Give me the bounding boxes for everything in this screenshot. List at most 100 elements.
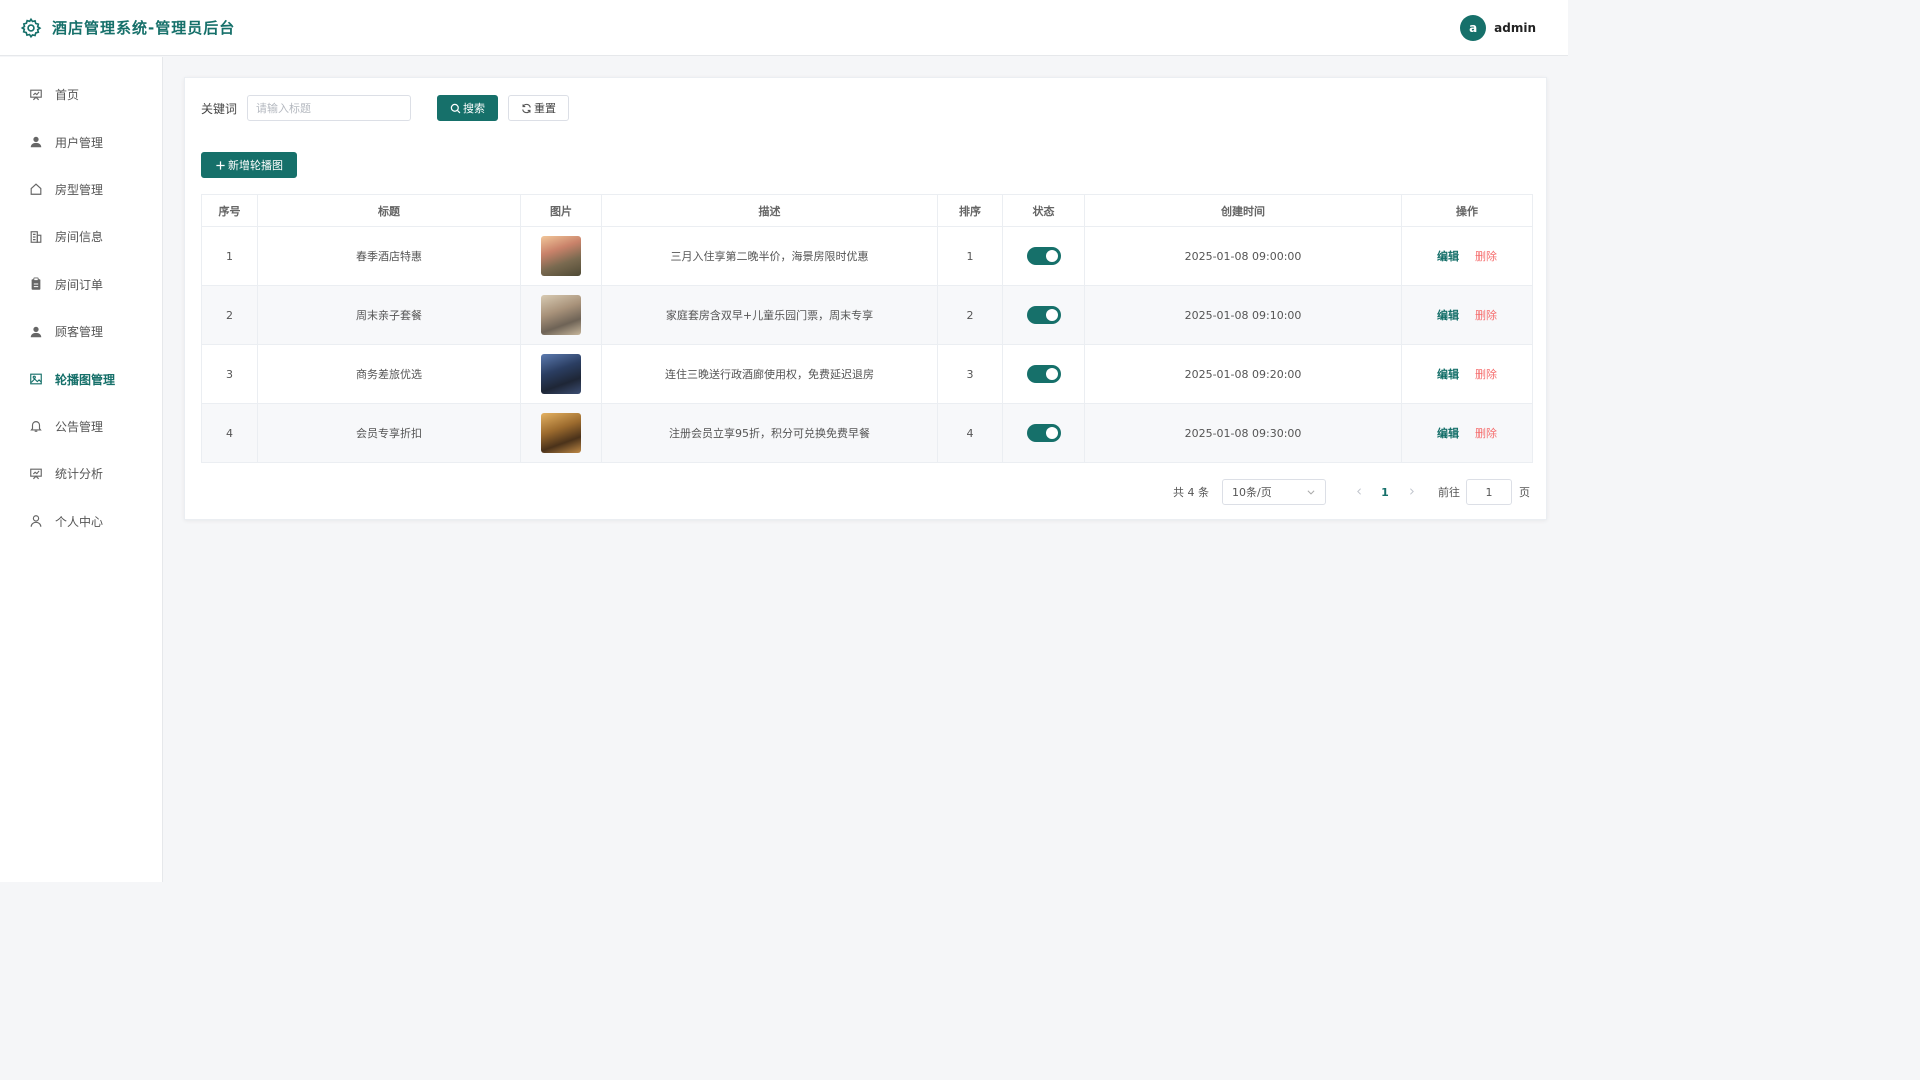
cell-status — [1002, 344, 1085, 404]
prev-page-button[interactable] — [1346, 486, 1372, 499]
cell-created: 2025-01-08 09:30:00 — [1084, 403, 1402, 463]
refresh-icon — [521, 103, 532, 114]
sidebar-item-home[interactable]: 首页 — [0, 71, 162, 118]
next-page-button[interactable] — [1398, 486, 1424, 499]
presentation-icon — [29, 88, 43, 102]
status-toggle[interactable] — [1026, 247, 1061, 265]
presentation-icon — [29, 467, 43, 481]
page-number[interactable]: 1 — [1372, 486, 1398, 499]
page-unit-label: 页 — [1519, 486, 1530, 499]
reset-button[interactable]: 重置 — [508, 95, 570, 121]
building-icon — [29, 230, 43, 244]
carousel-management-panel: 关键词 搜索 重置 新增轮播图 序号 标题 — [184, 77, 1547, 520]
cell-description: 注册会员立享95折，积分可兑换免费早餐 — [601, 403, 938, 463]
column-header-created: 创建时间 — [1084, 194, 1402, 227]
cell-index: 4 — [201, 403, 258, 463]
clipboard-icon — [29, 277, 43, 291]
status-toggle[interactable] — [1026, 424, 1061, 442]
carousel-thumbnail[interactable] — [541, 236, 581, 276]
reset-button-label: 重置 — [534, 102, 557, 115]
sidebar-item-label: 轮播图管理 — [55, 372, 116, 387]
avatar[interactable]: a — [1460, 14, 1487, 41]
cell-title: 会员专享折扣 — [257, 403, 521, 463]
cell-description: 家庭套房含双早+儿童乐园门票，周末专享 — [601, 285, 938, 345]
page-size-select[interactable]: 10条/页 — [1222, 479, 1326, 505]
username[interactable]: admin — [1494, 21, 1536, 35]
search-icon — [450, 103, 461, 114]
sidebar: 首页 用户管理 房型管理 房间信息 房间订单 顾客管理 轮播图管理 公告管理 统… — [0, 57, 163, 882]
bell-icon — [29, 419, 43, 433]
sidebar-item-label: 房间信息 — [55, 230, 104, 245]
cell-description: 连住三晚送行政酒廊使用权，免费延迟退房 — [601, 344, 938, 404]
search-button[interactable]: 搜索 — [437, 95, 499, 121]
sidebar-item-statistics[interactable]: 统计分析 — [0, 450, 162, 497]
chevron-left-icon — [1356, 487, 1361, 495]
cell-created: 2025-01-08 09:10:00 — [1084, 285, 1402, 345]
cell-image — [520, 403, 602, 463]
cell-created: 2025-01-08 09:00:00 — [1084, 226, 1402, 286]
sidebar-item-orders[interactable]: 房间订单 — [0, 261, 162, 308]
status-toggle[interactable] — [1026, 365, 1061, 383]
status-toggle[interactable] — [1026, 306, 1061, 324]
sidebar-item-label: 房型管理 — [55, 182, 104, 197]
carousel-thumbnail[interactable] — [541, 413, 581, 453]
cell-image — [520, 285, 602, 345]
add-carousel-button[interactable]: 新增轮播图 — [201, 152, 297, 178]
top-header: 酒店管理系统-管理员后台 a admin — [0, 0, 1568, 56]
column-header-image: 图片 — [520, 194, 602, 227]
cell-image — [520, 344, 602, 404]
sidebar-item-label: 顾客管理 — [55, 325, 104, 340]
cell-sort: 3 — [937, 344, 1003, 404]
sidebar-item-users[interactable]: 用户管理 — [0, 118, 162, 165]
cell-actions: 编辑 删除 — [1401, 344, 1533, 404]
sidebar-item-customers[interactable]: 顾客管理 — [0, 308, 162, 355]
column-header-description: 描述 — [601, 194, 938, 227]
gear-icon[interactable] — [20, 17, 42, 39]
sidebar-item-carousel[interactable]: 轮播图管理 — [0, 355, 162, 402]
table-row: 1 春季酒店特惠 三月入住享第二晚半价，海景房限时优惠 1 2025-01-08… — [201, 226, 1533, 286]
sidebar-item-label: 个人中心 — [55, 514, 104, 529]
sidebar-item-label: 统计分析 — [55, 467, 104, 482]
search-button-label: 搜索 — [463, 102, 486, 115]
carousel-thumbnail[interactable] — [541, 295, 581, 335]
sidebar-item-rooms[interactable]: 房间信息 — [0, 213, 162, 260]
table-row: 2 周末亲子套餐 家庭套房含双早+儿童乐园门票，周末专享 2 2025-01-0… — [201, 285, 1533, 345]
cell-title: 商务差旅优选 — [257, 344, 521, 404]
page-size-value: 10条/页 — [1232, 486, 1272, 499]
sidebar-item-label: 公告管理 — [55, 419, 104, 434]
delete-button[interactable]: 删除 — [1475, 309, 1497, 322]
delete-button[interactable]: 删除 — [1475, 368, 1497, 381]
edit-button[interactable]: 编辑 — [1437, 427, 1459, 440]
cell-index: 1 — [201, 226, 258, 286]
chevron-down-icon — [1306, 487, 1316, 497]
cell-description: 三月入住享第二晚半价，海景房限时优惠 — [601, 226, 938, 286]
sidebar-item-profile[interactable]: 个人中心 — [0, 498, 162, 545]
cell-index: 3 — [201, 344, 258, 404]
chevron-right-icon — [1409, 487, 1414, 495]
goto-page-input[interactable] — [1466, 479, 1512, 505]
search-input[interactable] — [247, 95, 412, 121]
cell-status — [1002, 285, 1085, 345]
cell-actions: 编辑 删除 — [1401, 403, 1533, 463]
sidebar-item-label: 用户管理 — [55, 135, 104, 150]
column-header-status: 状态 — [1002, 194, 1085, 227]
column-header-index: 序号 — [201, 194, 258, 227]
cell-actions: 编辑 删除 — [1401, 285, 1533, 345]
goto-label: 前往 — [1438, 486, 1460, 499]
cell-status — [1002, 226, 1085, 286]
column-header-sort: 排序 — [937, 194, 1003, 227]
house-icon — [29, 182, 43, 196]
cell-image — [520, 226, 602, 286]
delete-button[interactable]: 删除 — [1475, 250, 1497, 263]
edit-button[interactable]: 编辑 — [1437, 368, 1459, 381]
pagination-total: 共 4 条 — [1173, 486, 1209, 499]
user-menu[interactable]: a admin — [1460, 14, 1548, 41]
edit-button[interactable]: 编辑 — [1437, 250, 1459, 263]
pagination: 共 4 条 10条/页 1 前往 页 — [1173, 479, 1530, 505]
sidebar-item-label: 首页 — [55, 88, 80, 103]
sidebar-item-room-types[interactable]: 房型管理 — [0, 166, 162, 213]
edit-button[interactable]: 编辑 — [1437, 309, 1459, 322]
delete-button[interactable]: 删除 — [1475, 427, 1497, 440]
carousel-thumbnail[interactable] — [541, 354, 581, 394]
sidebar-item-notices[interactable]: 公告管理 — [0, 403, 162, 450]
